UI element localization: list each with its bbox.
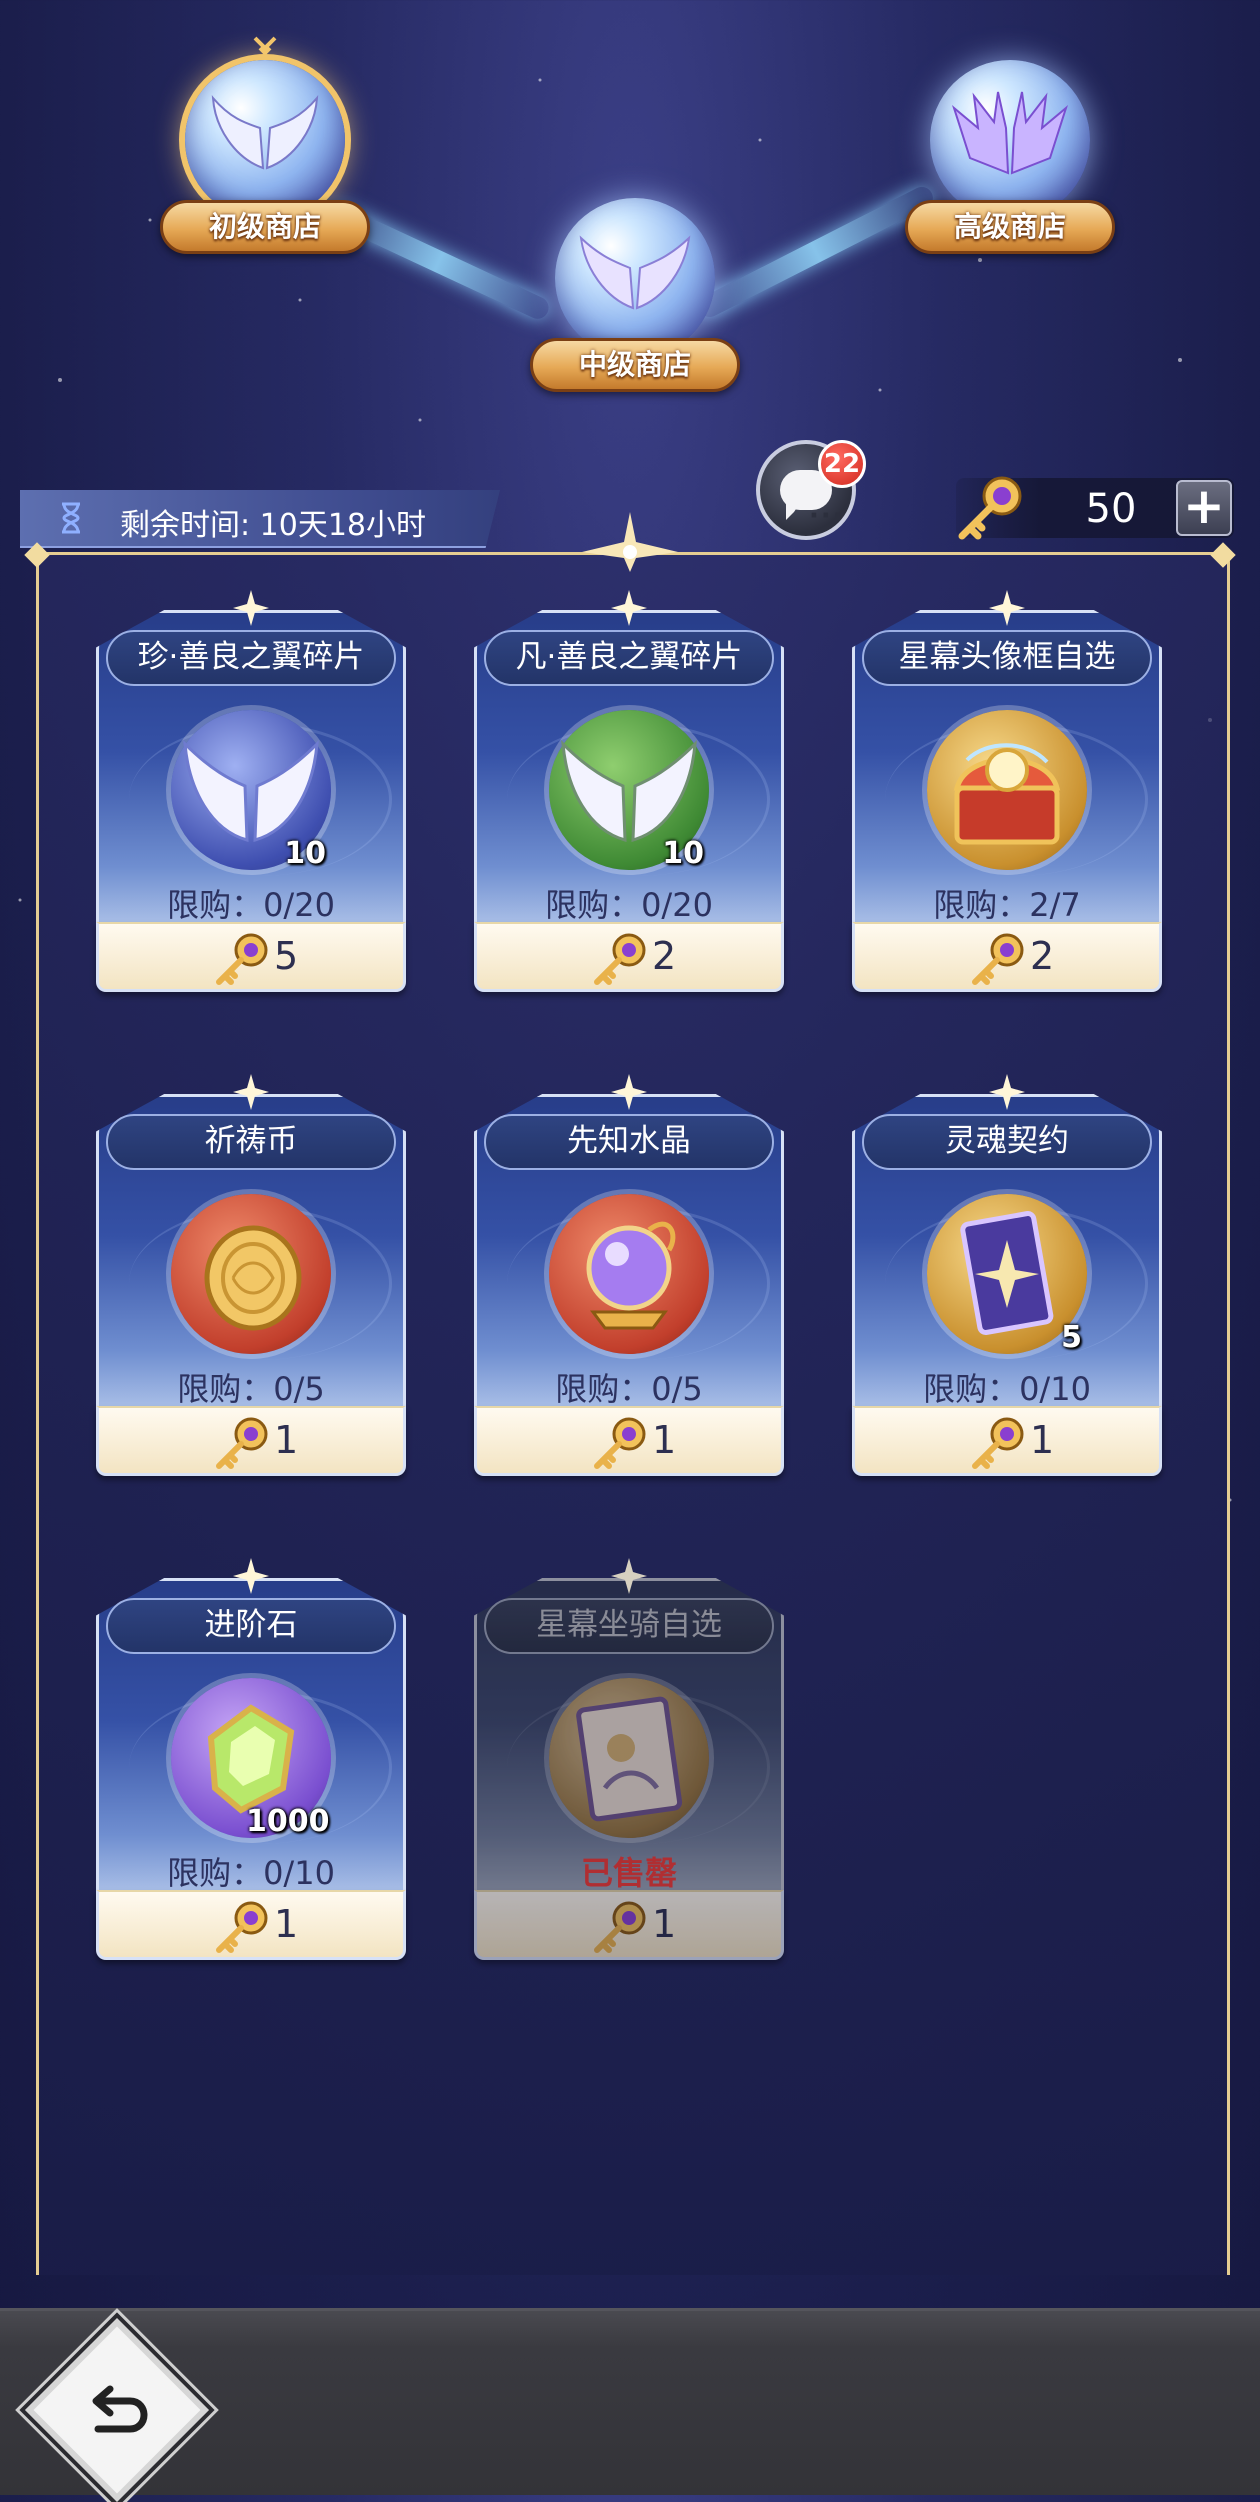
lavender-wings-icon <box>579 235 691 310</box>
item-name: 星幕坐骑自选 <box>484 1598 774 1654</box>
sold-out-label: 已售罄 <box>580 1854 677 1892</box>
item-icon-frame <box>549 1678 709 1838</box>
sparkle-icon <box>989 590 1025 626</box>
selected-chevron-icon <box>253 36 277 56</box>
item-name: 凡·善良之翼碎片 <box>484 630 774 686</box>
item-icon-frame <box>549 1194 709 1354</box>
gold-key-icon <box>211 1414 271 1474</box>
sparkle-icon <box>611 1074 647 1110</box>
item-quantity: 10 <box>284 836 326 871</box>
back-button[interactable] <box>25 2318 209 2502</box>
remaining-time-text: 剩余时间: 10天18小时 <box>120 508 426 543</box>
price-value: 1 <box>1030 1418 1055 1462</box>
shop-item-card[interactable]: 祈祷币 限购：0/5 1 <box>96 1064 406 1484</box>
prayer-coin-icon <box>204 1225 302 1331</box>
gold-key-icon <box>589 1898 649 1958</box>
sparkle-icon <box>233 590 269 626</box>
item-quantity: 10 <box>662 836 704 871</box>
price-value: 5 <box>274 934 299 978</box>
sparkle-icon <box>611 590 647 626</box>
shop-label: 高级商店 <box>905 200 1115 254</box>
gold-key-icon <box>967 930 1027 990</box>
purchase-limit: 限购：0/10 <box>167 1854 335 1892</box>
shop-orb <box>555 198 715 358</box>
shop-item-card[interactable]: 星幕头像框自选 限购：2/7 2 <box>852 580 1162 1000</box>
price-value: 1 <box>274 1418 299 1462</box>
item-price: 2 <box>852 922 1162 992</box>
item-icon-frame <box>171 1194 331 1354</box>
shop-tab-advanced[interactable]: 高级商店 <box>905 60 1115 290</box>
chat-button[interactable]: ··· 22 <box>756 440 866 540</box>
item-name: 珍·善良之翼碎片 <box>106 630 396 686</box>
chat-unread-badge: 22 <box>818 440 866 488</box>
purchase-limit: 限购：0/20 <box>167 886 335 924</box>
hourglass-icon <box>62 502 80 534</box>
shop-tab-intermediate[interactable]: 中级商店 <box>530 198 740 428</box>
gold-key-icon <box>958 476 1022 540</box>
sparkle-icon <box>233 1558 269 1594</box>
item-price: 1 <box>96 1890 406 1960</box>
price-value: 2 <box>1030 934 1055 978</box>
shop-item-card[interactable]: 珍·善良之翼碎片 10 限购：0/20 5 <box>96 580 406 1000</box>
white-wings-icon <box>211 95 319 170</box>
price-value: 2 <box>652 934 677 978</box>
sparkle-icon <box>989 1074 1025 1110</box>
gold-key-icon <box>211 1898 271 1958</box>
shop-label: 中级商店 <box>530 338 740 392</box>
item-price: 2 <box>474 922 784 992</box>
shop-orb <box>185 60 345 220</box>
price-value: 1 <box>652 1902 677 1946</box>
price-value: 1 <box>652 1418 677 1462</box>
mount-card-icon <box>576 1696 683 1822</box>
purchase-limit: 限购：0/5 <box>555 1370 703 1408</box>
price-value: 1 <box>274 1902 299 1946</box>
panel-crown-ornament <box>582 512 678 572</box>
key-currency-amount: 50 <box>1085 486 1137 532</box>
return-arrow-icon <box>92 2385 148 2433</box>
shop-orb <box>930 60 1090 220</box>
bottom-bar <box>0 2308 1260 2502</box>
gold-key-icon <box>589 1414 649 1474</box>
item-name: 星幕头像框自选 <box>862 630 1152 686</box>
item-icon-frame <box>927 710 1087 870</box>
purchase-limit: 限购：0/10 <box>923 1370 1091 1408</box>
gold-key-icon <box>589 930 649 990</box>
gold-key-icon <box>211 930 271 990</box>
item-price: 1 <box>474 1406 784 1476</box>
item-name: 进阶石 <box>106 1598 396 1654</box>
shop-tab-beginner[interactable]: 初级商店 <box>160 36 370 290</box>
item-price: 1 <box>474 1890 784 1960</box>
item-name: 祈祷币 <box>106 1114 396 1170</box>
shop-item-card[interactable]: 先知水晶 限购：0/5 1 <box>474 1064 784 1484</box>
crystal-ball-icon <box>586 1221 676 1330</box>
purple-spiked-wings-icon <box>952 91 1068 175</box>
sparkle-icon <box>611 1558 647 1594</box>
shop-item-card[interactable]: 灵魂契约 5 限购：0/10 1 <box>852 1064 1162 1484</box>
item-price: 1 <box>96 1406 406 1476</box>
purchase-limit: 限购：2/7 <box>933 886 1081 924</box>
item-quantity: 1000 <box>246 1804 330 1839</box>
item-price: 5 <box>96 922 406 992</box>
key-currency-display: 50 + <box>956 476 1234 540</box>
purchase-limit: 限购：0/20 <box>545 886 713 924</box>
shop-item-card[interactable]: 凡·善良之翼碎片 10 限购：0/20 2 <box>474 580 784 1000</box>
sparkle-icon <box>233 1074 269 1110</box>
item-quantity: 5 <box>1061 1320 1082 1355</box>
shop-label: 初级商店 <box>160 200 370 254</box>
shop-item-card-sold-out: 星幕坐骑自选 已售罄 1 <box>474 1548 784 1968</box>
item-name: 先知水晶 <box>484 1114 774 1170</box>
item-name: 灵魂契约 <box>862 1114 1152 1170</box>
treasure-chest-icon <box>953 743 1061 845</box>
shop-item-card[interactable]: 进阶石 1000 限购：0/10 1 <box>96 1548 406 1968</box>
gold-key-icon <box>967 1414 1027 1474</box>
item-price: 1 <box>852 1406 1162 1476</box>
remaining-time-bar: 剩余时间: 10天18小时 <box>20 490 500 548</box>
purchase-limit: 限购：0/5 <box>177 1370 325 1408</box>
add-currency-button[interactable]: + <box>1176 480 1232 536</box>
